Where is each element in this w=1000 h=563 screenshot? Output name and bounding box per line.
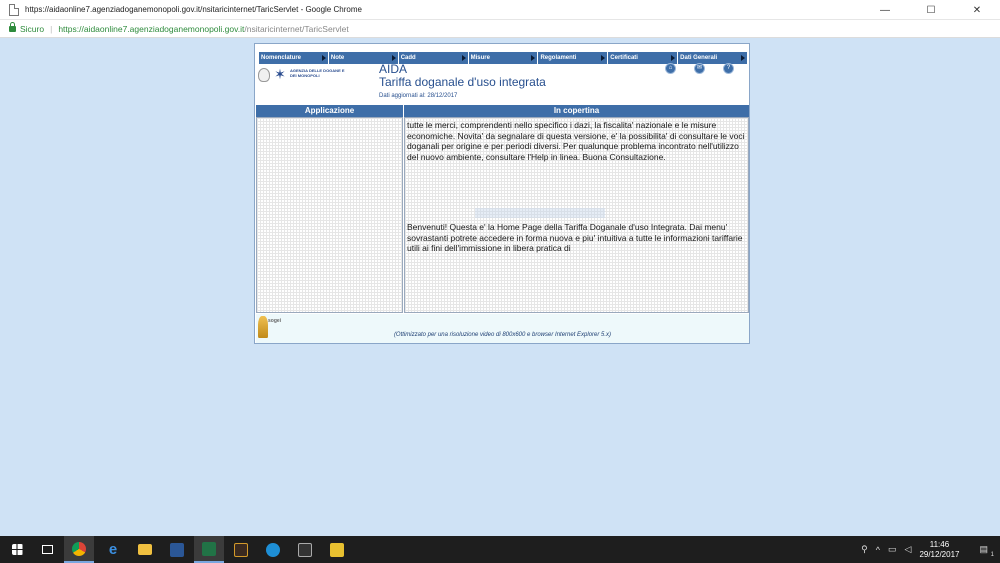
- chrome-icon: [72, 541, 86, 556]
- home-button[interactable]: ⌂: [665, 63, 676, 74]
- secure-label[interactable]: Sicuro: [20, 24, 44, 34]
- menu-item-certificati[interactable]: Certificati: [608, 52, 679, 64]
- menu-item-label: Dati Generali: [680, 55, 718, 61]
- page-title: Tariffa doganale d'uso integrata: [379, 75, 546, 89]
- clock-date: 29/12/2017: [919, 549, 960, 559]
- clock-time: 11:46: [929, 539, 950, 549]
- url-host[interactable]: https://aidaonline7.agenziadoganemonopol…: [58, 24, 244, 34]
- cover-pane[interactable]: tutte le merci, comprendenti nello speci…: [404, 117, 749, 313]
- menu-item-label: Certificati: [610, 55, 638, 61]
- arrow-right-icon: [601, 55, 606, 61]
- sogei-logo-text: sogei: [268, 318, 282, 324]
- taskbar-edge[interactable]: e: [98, 536, 128, 563]
- menu-item-label: Note: [330, 55, 345, 61]
- lock-icon[interactable]: [9, 21, 16, 32]
- arrow-right-icon: [461, 55, 466, 61]
- chevron-up-icon[interactable]: ^: [876, 545, 880, 555]
- menu-item-misure[interactable]: Misure: [469, 52, 539, 64]
- agency-name: AGENZIA DELLE DOGANE E DEI MONOPOLI: [290, 68, 345, 78]
- data-updated: Dati aggiornati al: 28/12/2017: [379, 93, 458, 99]
- taskbar-explorer[interactable]: [130, 536, 160, 563]
- arrow-right-icon: [321, 55, 326, 61]
- window-controls: — ☐ ✕: [862, 0, 1000, 20]
- application-pane[interactable]: [256, 117, 403, 313]
- windows-icon: [11, 544, 23, 555]
- taskbar: e ⚲ ^ ▭ ◁ 11:46 29/12/2017 ▤ 1: [0, 536, 1000, 563]
- menu-item-label: Nomenclature: [261, 55, 302, 61]
- task-view-button[interactable]: [32, 536, 62, 563]
- home-icon: ⌂: [668, 65, 673, 71]
- menu-item-nomenclature[interactable]: Nomenclature: [259, 52, 329, 64]
- volume-icon[interactable]: ◁: [905, 544, 912, 555]
- arrow-right-icon: [391, 55, 396, 61]
- cover-text-bottom: Benvenuti! Questa e' la Home Page della …: [407, 222, 743, 253]
- system-tray: ⚲ ^ ▭ ◁ 11:46 29/12/2017 ▤ 1: [861, 536, 1000, 563]
- system-clock[interactable]: 11:46 29/12/2017: [919, 540, 959, 560]
- start-button[interactable]: [2, 536, 32, 563]
- word-icon: [170, 542, 184, 557]
- notification-icon[interactable]: ▤ 1: [979, 544, 994, 558]
- app-icon: [330, 542, 344, 557]
- menu-item-label: Cadd: [400, 55, 416, 61]
- column-header-in-copertina: In copertina: [404, 105, 749, 117]
- page-footer: sogei (Ottimizzato per una risoluzione v…: [256, 314, 749, 343]
- window-title: https://aidaonline7.agenziadoganemonopol…: [25, 5, 362, 14]
- excel-icon: [202, 541, 216, 556]
- taskbar-excel[interactable]: [194, 536, 224, 563]
- network-icon[interactable]: ▭: [888, 544, 897, 555]
- taskbar-app-dark[interactable]: [290, 536, 320, 563]
- close-button[interactable]: ✕: [954, 0, 1000, 20]
- folder-icon: [138, 544, 152, 555]
- agency-logo-icon: ✶: [274, 66, 286, 82]
- address-bar[interactable]: Sicuro | https://aidaonline7.agenziadoga…: [0, 20, 1000, 38]
- app-icon: [266, 542, 280, 557]
- optimization-note: (Ottimizzato per una risoluzione video d…: [393, 332, 612, 338]
- republic-emblem-icon: [258, 68, 270, 82]
- window-titlebar: https://aidaonline7.agenziadoganemonopol…: [0, 0, 1000, 20]
- column-header-applicazione: Applicazione: [256, 105, 403, 117]
- scroll-ghost: [475, 208, 605, 218]
- cover-text-top: tutte le merci, comprendenti nello speci…: [407, 120, 745, 162]
- task-view-icon: [41, 545, 53, 554]
- mail-icon: ✉: [696, 65, 703, 71]
- menu-item-cadd[interactable]: Cadd: [399, 52, 469, 64]
- taskbar-app-yellow[interactable]: [322, 536, 352, 563]
- help-icon: ?: [726, 65, 731, 71]
- menu-item-label: Misure: [470, 55, 490, 61]
- arrow-right-icon: [671, 55, 676, 61]
- address-separator: |: [50, 23, 53, 34]
- menu-item-regolamenti[interactable]: Regolamenti: [538, 52, 609, 64]
- minimize-button[interactable]: —: [862, 0, 908, 20]
- edge-icon: e: [108, 541, 118, 558]
- bridge-icon: [234, 542, 248, 557]
- taskbar-app-blue[interactable]: [258, 536, 288, 563]
- main-menu: Nomenclature Note Cadd Misure Regolament…: [259, 52, 747, 64]
- people-icon[interactable]: ⚲: [861, 544, 868, 555]
- url-path[interactable]: /nsitaricinternet/TaricServlet: [244, 24, 348, 34]
- app-icon: [298, 542, 312, 557]
- page-frame: Nomenclature Note Cadd Misure Regolament…: [254, 43, 750, 344]
- menu-item-label: Regolamenti: [540, 55, 577, 61]
- menu-item-dati-generali[interactable]: Dati Generali: [678, 52, 747, 64]
- page-icon: [9, 3, 19, 16]
- maximize-button[interactable]: ☐: [908, 0, 954, 20]
- taskbar-bridge[interactable]: [226, 536, 256, 563]
- taskbar-chrome[interactable]: [64, 536, 94, 563]
- mail-button[interactable]: ✉: [694, 63, 705, 74]
- notification-count: 1: [990, 552, 994, 558]
- arrow-right-icon: [741, 55, 746, 61]
- help-button[interactable]: ?: [723, 63, 734, 74]
- taskbar-word[interactable]: [162, 536, 192, 563]
- arrow-right-icon: [531, 55, 536, 61]
- app-name: AIDA: [379, 62, 408, 76]
